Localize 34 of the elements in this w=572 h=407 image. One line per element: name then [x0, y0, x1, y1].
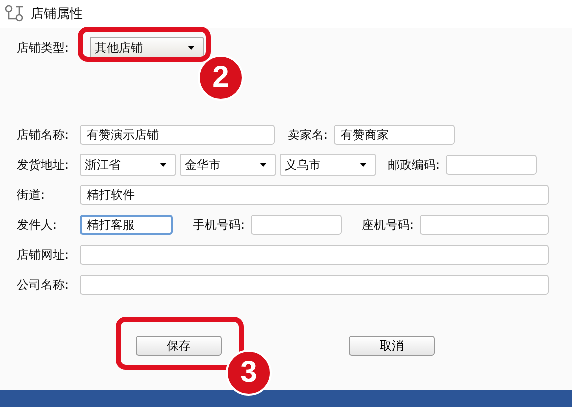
seller-name-field[interactable]: 有赞商家: [334, 125, 456, 145]
field-label: 发件人:: [17, 216, 58, 234]
address-dropdown[interactable]: 义乌市: [280, 154, 376, 176]
landline-field[interactable]: [420, 215, 549, 235]
address-dropdown[interactable]: 金华市: [180, 154, 276, 176]
store-name-field[interactable]: 有赞演示店铺: [80, 125, 275, 145]
field-label: 手机号码:: [193, 216, 246, 234]
mobile-field[interactable]: [251, 215, 342, 235]
caret-icon: [160, 163, 167, 167]
field-label: 座机号码:: [362, 216, 414, 234]
field-label: 店铺网址:: [17, 246, 70, 264]
sender-field[interactable]: 精打客服: [80, 215, 173, 235]
caret-icon: [360, 163, 367, 167]
window-title: 店铺属性: [31, 6, 83, 23]
company-field[interactable]: [80, 275, 549, 295]
field-label: 店铺名称:: [17, 126, 70, 144]
postcode-field[interactable]: [446, 155, 538, 175]
field-label: 公司名称:: [17, 276, 70, 294]
field-label: 发货地址:: [17, 156, 70, 174]
street-field[interactable]: 精打软件: [80, 185, 549, 205]
field-label: 店铺类型:: [17, 40, 70, 56]
field-label: 卖家名:: [288, 126, 328, 144]
field-label: 街道:: [17, 186, 46, 204]
caret-icon: [260, 163, 267, 167]
step-number-badge: 2: [198, 55, 244, 101]
field-label: 邮政编码:: [388, 156, 440, 174]
step-number-badge: 3: [226, 350, 272, 396]
store-url-field[interactable]: [80, 245, 549, 265]
store-type-dropdown[interactable]: 其他店铺: [90, 37, 204, 59]
cancel-button[interactable]: 取消: [349, 336, 435, 356]
caret-icon: [188, 46, 195, 50]
save-button[interactable]: 保存: [136, 336, 222, 356]
address-dropdown[interactable]: 浙江省: [80, 154, 176, 176]
network-icon: [5, 5, 25, 23]
